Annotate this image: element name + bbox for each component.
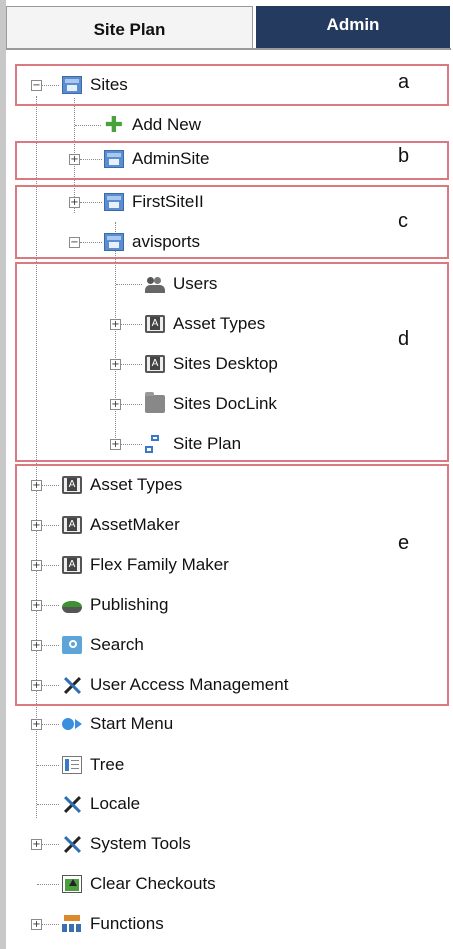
tree-hline <box>37 765 59 766</box>
callout-box-c <box>15 185 449 259</box>
tree-node-tree[interactable]: Tree <box>62 752 124 778</box>
expand-toggle[interactable]: + <box>31 919 42 930</box>
tree-node-start-menu[interactable]: Start Menu <box>62 711 173 737</box>
callout-letter-e: e <box>398 532 410 554</box>
tab-site-plan[interactable]: Site Plan <box>6 6 253 48</box>
tree-hline <box>37 884 59 885</box>
functions-icon <box>62 915 82 933</box>
callout-letter-b: b <box>398 145 410 167</box>
tree-node-clear-checkouts[interactable]: Clear Checkouts <box>62 871 216 897</box>
node-label: Clear Checkouts <box>90 874 216 893</box>
tree-hline <box>42 924 59 925</box>
node-label: Functions <box>90 914 164 933</box>
tab-divider <box>6 48 451 50</box>
callout-letter-a: a <box>398 71 410 93</box>
node-label: Start Menu <box>90 714 174 733</box>
expand-toggle[interactable]: + <box>31 839 42 850</box>
tree-node-add-new[interactable]: ✚ Add New <box>104 112 201 138</box>
tree-node-locale[interactable]: Locale <box>62 791 140 817</box>
tree-hline <box>42 844 59 845</box>
tree-hline <box>42 724 59 725</box>
tree-hline <box>75 125 101 126</box>
clear-checkouts-icon <box>62 875 82 893</box>
tools-icon <box>62 835 82 853</box>
tree-hline <box>37 804 59 805</box>
node-label: Tree <box>90 755 125 774</box>
callout-letter-c: c <box>398 210 408 232</box>
expand-toggle[interactable]: + <box>31 719 42 730</box>
tab-bar: Site Plan Admin <box>6 6 451 50</box>
node-label: Locale <box>90 794 141 813</box>
start-menu-icon <box>62 715 82 733</box>
tree-node-functions[interactable]: Functions <box>62 911 164 937</box>
callout-box-a <box>15 64 449 106</box>
tools-icon <box>62 795 82 813</box>
tab-admin[interactable]: Admin <box>256 6 450 48</box>
callout-box-e <box>15 464 449 706</box>
callout-box-b <box>15 141 449 180</box>
node-label: Add New <box>132 115 201 134</box>
add-icon: ✚ <box>104 112 124 137</box>
tree-node-system-tools[interactable]: System Tools <box>62 831 191 857</box>
tree-icon <box>62 756 82 774</box>
callout-letter-d: d <box>398 328 410 350</box>
node-label: System Tools <box>90 834 191 853</box>
callout-box-d <box>15 262 449 462</box>
